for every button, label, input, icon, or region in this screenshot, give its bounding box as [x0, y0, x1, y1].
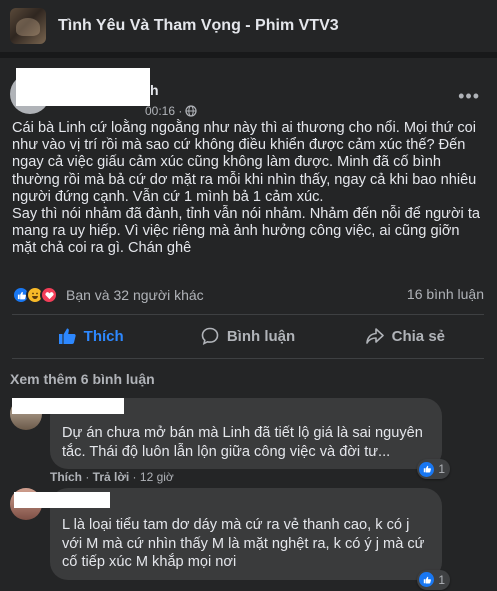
post-card: h 00:16 · ••• Cái bà Linh cứ loằng ngoằn… — [0, 58, 497, 591]
reactions-text: Bạn và 32 người khác — [66, 287, 204, 303]
reactions-summary[interactable]: Bạn và 32 người khác 16 bình luận — [12, 285, 484, 305]
comment-time[interactable]: 12 giờ — [140, 470, 174, 484]
globe-icon — [185, 105, 197, 117]
post-actions: Thích Bình luận Chia sẻ — [12, 316, 484, 356]
author-name-redaction — [16, 68, 150, 106]
share-button[interactable]: Chia sẻ — [327, 316, 484, 356]
comment-button[interactable]: Bình luận — [169, 316, 326, 356]
like-reaction-icon — [419, 461, 435, 477]
author-name[interactable]: h — [150, 82, 159, 98]
love-reaction-icon — [40, 286, 58, 304]
comment-reaction-badge[interactable]: 1 — [417, 569, 450, 590]
comment-label: Bình luận — [226, 327, 296, 345]
comment-reply-link[interactable]: Trả lời — [93, 470, 130, 484]
group-header: Tình Yêu Và Tham Vọng - Phim VTV3 — [0, 0, 497, 52]
group-title[interactable]: Tình Yêu Và Tham Vọng - Phim VTV3 — [58, 17, 339, 35]
comment-icon — [201, 327, 219, 345]
commenter-name-redaction — [14, 492, 110, 508]
comment-text: Dự án chưa mở bán mà Linh đã tiết lộ giá… — [62, 425, 423, 460]
post-time-text: 00:16 · — [145, 104, 183, 118]
reaction-icons — [12, 286, 58, 304]
commenter-name-redaction — [12, 398, 124, 414]
post-timestamp[interactable]: 00:16 · — [145, 104, 197, 118]
comment-text: L là loại tiểu tam dơ dáy mà cứ ra vẻ th… — [62, 517, 425, 570]
comment-count[interactable]: 16 bình luận — [407, 286, 484, 302]
like-reaction-icon — [419, 572, 435, 587]
share-icon — [365, 328, 384, 344]
divider — [12, 314, 484, 315]
post-paragraph: Say thì nói nhảm đã đành, tỉnh vẫn nói n… — [12, 206, 480, 257]
like-label: Thích — [83, 327, 124, 345]
post-header: h 00:16 · ••• — [10, 66, 490, 118]
comment-reaction-count: 1 — [438, 572, 445, 587]
comment-meta: Thích · Trả lời · 12 giờ — [50, 470, 174, 484]
more-options-icon[interactable]: ••• — [458, 86, 480, 107]
share-label: Chia sẻ — [391, 327, 445, 345]
like-button[interactable]: Thích — [12, 316, 169, 356]
post-paragraph: Cái bà Linh cứ loằng ngoằng như này thì … — [12, 120, 477, 205]
like-icon — [58, 328, 76, 344]
comment-reaction-badge[interactable]: 1 — [417, 459, 450, 479]
comment-like-link[interactable]: Thích — [50, 470, 82, 484]
group-thumbnail[interactable] — [10, 8, 46, 44]
see-more-comments-link[interactable]: Xem thêm 6 bình luận — [10, 371, 155, 387]
comment-reaction-count: 1 — [438, 462, 445, 476]
comment-item: L là loại tiểu tam dơ dáy mà cứ ra vẻ th… — [10, 488, 490, 590]
divider — [12, 358, 484, 359]
post-body: Cái bà Linh cứ loằng ngoằng như này thì … — [12, 120, 482, 258]
